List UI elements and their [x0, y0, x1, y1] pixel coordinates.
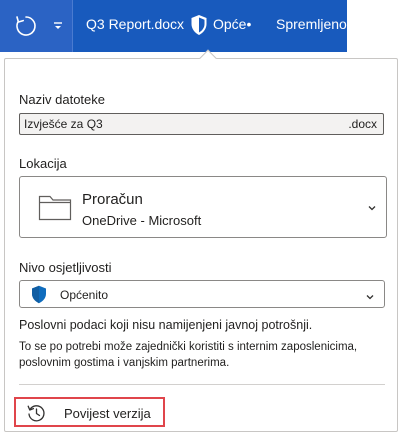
shield-icon[interactable]	[190, 14, 208, 36]
titlebar-separator	[72, 0, 73, 52]
filename-extension: .docx	[348, 117, 377, 131]
refresh-icon[interactable]	[10, 10, 42, 42]
sensitivity-label-title[interactable]: Opće•	[213, 16, 251, 32]
chevron-down-icon	[366, 201, 378, 213]
sensitivity-description-title: Poslovni podaci koji nisu namijenjeni ja…	[19, 318, 313, 332]
shield-icon	[31, 285, 47, 304]
save-status: Spremljeno	[276, 16, 347, 32]
quick-access-dropdown[interactable]	[48, 12, 68, 40]
location-folder-path: OneDrive - Microsoft	[82, 213, 202, 228]
filename-value[interactable]: Izvješće za Q3	[24, 117, 103, 131]
divider	[19, 384, 385, 385]
location-dropdown[interactable]: Proračun OneDrive - Microsoft	[19, 176, 387, 238]
location-label: Lokacija	[19, 156, 67, 171]
location-folder-name: Proračun	[82, 191, 143, 208]
title-bar: Q3 Report.docx Opće• Spremljeno	[0, 0, 402, 52]
history-icon	[26, 403, 46, 423]
titlebar-right-edge	[347, 0, 402, 52]
chevron-down-icon	[365, 289, 375, 300]
filename-field[interactable]: Izvješće za Q3 .docx	[19, 113, 384, 135]
folder-icon	[38, 193, 72, 221]
version-history-label: Povijest verzija	[64, 406, 151, 421]
sensitivity-description-body: To se po potrebi može zajednički koristi…	[19, 341, 358, 369]
sensitivity-label: Nivo osjetljivosti	[19, 260, 112, 275]
sensitivity-value: Općenito	[60, 288, 109, 302]
document-title[interactable]: Q3 Report.docx	[86, 16, 184, 32]
version-history-button[interactable]: Povijest verzija	[14, 397, 165, 427]
sensitivity-dropdown[interactable]: Općenito	[19, 280, 385, 308]
filename-label: Naziv datoteke	[19, 92, 105, 107]
chevron-down-icon	[54, 22, 62, 29]
